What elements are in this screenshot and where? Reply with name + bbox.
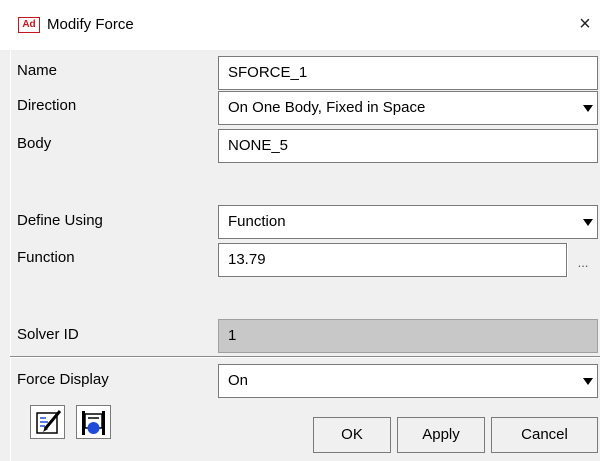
function-input[interactable]: 13.79: [218, 243, 567, 277]
function-label: Function: [17, 249, 75, 266]
body-input[interactable]: NONE_5: [218, 129, 598, 163]
chevron-down-icon[interactable]: [583, 219, 593, 226]
name-label: Name: [17, 62, 58, 79]
solver-id-label: Solver ID: [17, 326, 79, 343]
define-using-select[interactable]: Function: [218, 205, 598, 239]
apply-button[interactable]: Apply: [397, 417, 485, 453]
direction-label: Direction: [17, 97, 77, 114]
force-display-value: On: [228, 372, 249, 389]
window-title: Modify Force: [47, 16, 134, 33]
name-input[interactable]: SFORCE_1: [218, 56, 598, 90]
divider-highlight: [10, 357, 600, 358]
force-display-label: Force Display: [17, 371, 109, 388]
ok-button[interactable]: OK: [313, 417, 391, 453]
solver-id-field: 1: [218, 319, 598, 353]
function-browse-button[interactable]: ...: [567, 243, 598, 277]
cancel-button[interactable]: Cancel: [491, 417, 598, 453]
chevron-down-icon[interactable]: [583, 378, 593, 385]
function-builder-icon: [36, 410, 62, 434]
close-icon[interactable]: ×: [573, 11, 597, 37]
chevron-down-icon[interactable]: [583, 105, 593, 112]
measure-plot-button[interactable]: [76, 405, 111, 439]
define-using-label: Define Using: [17, 212, 103, 229]
force-display-select[interactable]: On: [218, 364, 598, 398]
function-builder-button[interactable]: [30, 405, 65, 439]
body-label: Body: [17, 135, 52, 152]
direction-value: On One Body, Fixed in Space: [228, 99, 426, 116]
title-bar: Ad Modify Force ×: [0, 0, 600, 50]
direction-select[interactable]: On One Body, Fixed in Space: [218, 91, 598, 125]
adams-app-icon: Ad: [18, 17, 40, 33]
left-edge: [10, 50, 11, 461]
measure-plot-icon: [82, 411, 105, 435]
define-using-value: Function: [228, 213, 286, 230]
